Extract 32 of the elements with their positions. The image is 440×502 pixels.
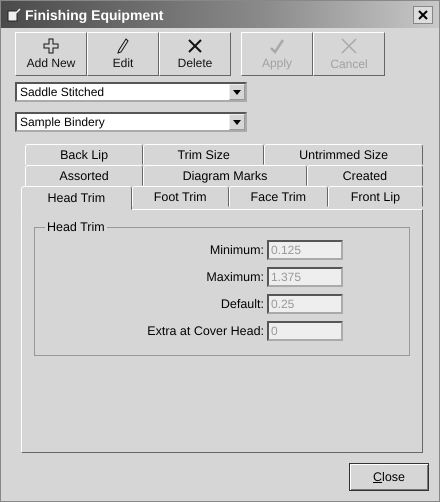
field-label: Minimum: [210, 243, 264, 257]
add-button[interactable]: Add New [15, 32, 87, 76]
dropdown[interactable]: Saddle Stitched [15, 82, 247, 102]
dropdown-arrow-icon [233, 120, 241, 124]
plus-icon [43, 38, 59, 54]
close-icon [418, 10, 428, 20]
tab[interactable]: Front Lip [328, 186, 424, 207]
close-icon [340, 37, 358, 55]
close-icon [187, 38, 203, 54]
close-button[interactable] [413, 6, 433, 24]
close-button[interactable]: Close [349, 463, 429, 491]
window-icon [7, 8, 21, 22]
tab[interactable]: Back Lip [25, 144, 144, 165]
tab[interactable]: Diagram Marks [143, 165, 307, 186]
pencil-icon [117, 38, 129, 54]
edit-button[interactable]: Edit [87, 32, 159, 76]
tab[interactable]: Head Trim [21, 186, 132, 210]
tab[interactable]: Face Trim [228, 186, 328, 207]
window-title: Finishing Equipment [25, 6, 164, 22]
dropdown[interactable]: Sample Bindery [15, 112, 247, 132]
delete-button[interactable]: Delete [159, 32, 231, 76]
checkmark-icon [269, 38, 285, 54]
field-label: Extra at Cover Head: [147, 324, 264, 338]
tab[interactable]: Foot Trim [132, 186, 229, 207]
tab[interactable]: Assorted [25, 165, 144, 186]
group-title: Head Trim [46, 220, 106, 234]
dropdown-arrow-icon [233, 90, 241, 94]
tab[interactable]: Untrimmed Size [264, 144, 423, 165]
tab[interactable]: Created [306, 165, 423, 186]
tab[interactable]: Trim Size [143, 144, 264, 165]
field-label: Maximum: [206, 270, 264, 284]
field-label: Default: [220, 297, 264, 311]
